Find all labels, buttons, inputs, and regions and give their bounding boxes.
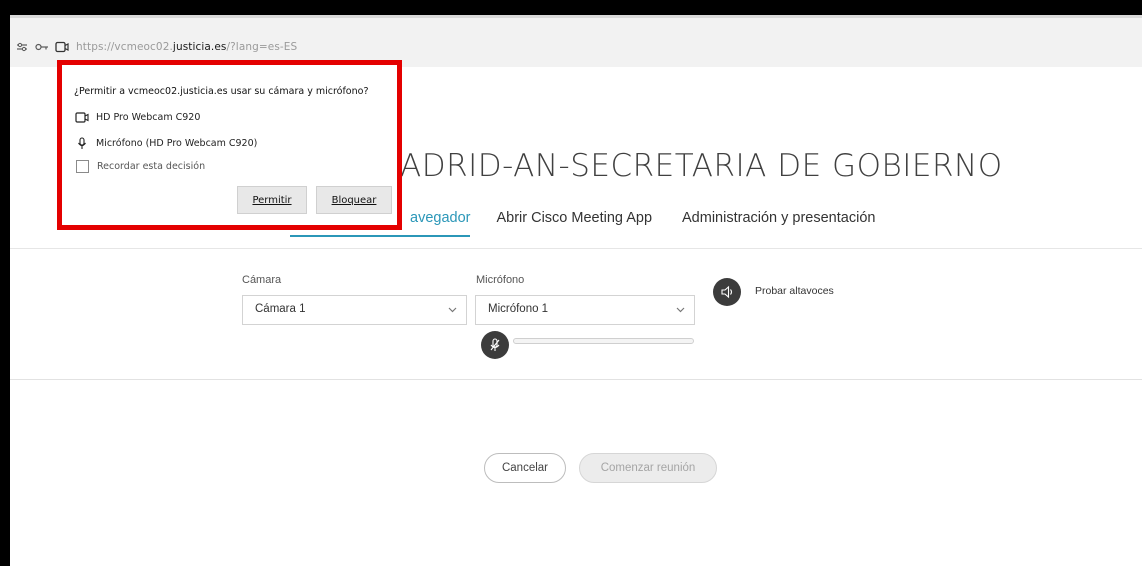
browser-window: https://vcmeoc02.justicia.es/?lang=es-ES… <box>10 15 1142 566</box>
microphone-icon <box>74 136 90 150</box>
url-host: justicia.es <box>172 41 227 53</box>
tab-administration[interactable]: Administración y presentación <box>682 205 875 237</box>
start-meeting-button[interactable]: Comenzar reunión <box>579 453 717 483</box>
page-title: ADRID-AN-SECRETARIA DE GOBIERNO <box>400 148 1003 184</box>
allow-button[interactable]: Permitir <box>237 186 307 214</box>
permission-camera-device: HD Pro Webcam C920 <box>96 111 201 123</box>
url-text[interactable]: https://vcmeoc02.justicia.es/?lang=es-ES <box>76 41 297 53</box>
remember-decision-checkbox[interactable] <box>76 160 89 173</box>
camera-select[interactable]: Cámara 1 <box>242 295 467 325</box>
permission-microphone-device: Micrófono (HD Pro Webcam C920) <box>96 137 258 149</box>
divider <box>10 379 1142 380</box>
permission-question: ¿Permitir a vcmeoc02.justicia.es usar su… <box>74 86 369 97</box>
url-suffix: /?lang=es-ES <box>226 41 298 53</box>
camera-select-value: Cámara 1 <box>255 303 306 315</box>
permissions-icon[interactable] <box>14 39 30 55</box>
permission-camera-row: HD Pro Webcam C920 <box>74 110 200 124</box>
camera-label: Cámara <box>242 274 282 286</box>
remember-decision-label: Recordar esta decisión <box>97 161 206 172</box>
test-speakers-link[interactable]: Probar altavoces <box>755 285 834 297</box>
camera-indicator-icon[interactable] <box>54 39 70 55</box>
divider <box>10 248 1142 249</box>
microphone-select-value: Micrófono 1 <box>488 303 549 315</box>
microphone-label: Micrófono <box>476 274 525 286</box>
mic-muted-icon[interactable] <box>481 331 509 359</box>
tab-cisco-meeting-app[interactable]: Abrir Cisco Meeting App <box>496 205 652 237</box>
key-icon[interactable] <box>34 39 50 55</box>
url-prefix: https://vcmeoc02. <box>76 41 173 53</box>
chevron-down-icon <box>448 304 457 313</box>
block-button[interactable]: Bloquear <box>316 186 392 214</box>
remember-decision-row[interactable]: Recordar esta decisión <box>74 160 205 173</box>
permission-popup: ¿Permitir a vcmeoc02.justicia.es usar su… <box>57 60 402 230</box>
microphone-level-meter <box>513 338 694 344</box>
speaker-icon[interactable] <box>713 278 741 306</box>
permission-microphone-row: Micrófono (HD Pro Webcam C920) <box>74 136 257 150</box>
chevron-down-icon <box>676 304 685 313</box>
microphone-select[interactable]: Micrófono 1 <box>475 295 695 325</box>
address-row: https://vcmeoc02.justicia.es/?lang=es-ES <box>10 37 297 57</box>
camera-icon <box>74 110 90 124</box>
cancel-button[interactable]: Cancelar <box>484 453 566 483</box>
